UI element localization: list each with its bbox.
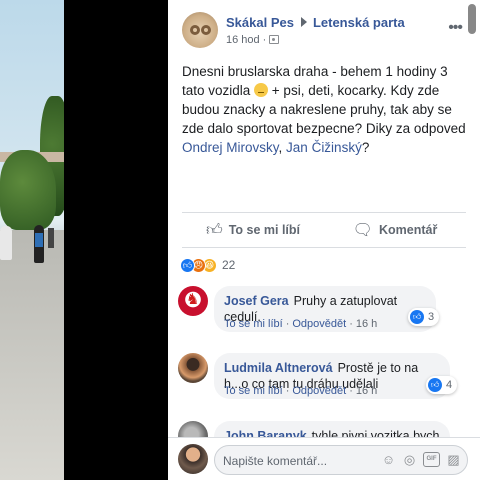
group-name[interactable]: Letenská parta	[313, 15, 405, 30]
comment-reply-link[interactable]: Odpovědět	[292, 385, 346, 397]
comment-time[interactable]: 16 h	[356, 385, 377, 397]
triangle-right-icon	[300, 17, 307, 27]
comment-author[interactable]: Ludmila Altnerová	[224, 361, 333, 375]
commenter-avatar[interactable]	[178, 286, 208, 316]
scrollbar[interactable]	[468, 4, 476, 34]
photo-person	[34, 225, 44, 263]
photo-letterbox	[64, 0, 168, 480]
comment-icon: 🗨︎	[352, 222, 373, 239]
comment-composer: Napište komentář... ☺ ◎ GIF ▨	[168, 438, 480, 480]
post-panel: Skákal Pes Letenská parta 16 hod · ••• Dne…	[168, 0, 480, 480]
comment-time[interactable]: 16 h	[356, 318, 377, 330]
reactions-summary[interactable]: 👍︎ 😠︎ 😆︎ 22	[180, 257, 235, 273]
reaction-count: 22	[222, 258, 236, 272]
comment-input-placeholder: Napište komentář...	[223, 454, 328, 468]
current-user-avatar	[178, 444, 208, 474]
post-header: Skákal Pes Letenská parta 16 hod · •••	[182, 12, 463, 52]
comment-like-link[interactable]: To se mi líbí	[224, 318, 283, 330]
comment-item: Ludmila Altnerová Prostě je to na h...o c…	[178, 349, 480, 417]
sticker-icon[interactable]: ▨	[446, 452, 461, 467]
comment-input[interactable]: Napište komentář... ☺ ◎ GIF ▨	[214, 445, 468, 475]
comment-like-count[interactable]: 👍︎ 3	[408, 308, 440, 326]
comment-like-link[interactable]: To se mi líbí	[224, 385, 283, 397]
photo-tree	[0, 150, 56, 230]
camera-icon[interactable]: ◎	[402, 452, 417, 467]
author-avatar[interactable]	[182, 12, 218, 48]
more-options-icon[interactable]: •••	[448, 20, 463, 36]
comment-button[interactable]: 🗨︎ Komentář	[324, 216, 466, 244]
like-button[interactable]: 👍︎ To se mi líbí	[182, 216, 324, 244]
comment-item: Josef GeraPruhy a zatuplovat cedulí. 👍︎3…	[178, 282, 480, 349]
emoji-picker-icon[interactable]: ☺	[381, 452, 396, 467]
post-actions: 👍︎ To se mi líbí 🗨︎ Komentář	[182, 216, 466, 244]
gif-icon[interactable]: GIF	[423, 452, 440, 467]
post-photo[interactable]	[0, 0, 64, 480]
viewer: Skákal Pes Letenská parta 16 hod · ••• Dne…	[0, 0, 480, 480]
comment-links: To se mi líbí · Odpovědět · 16 h	[224, 318, 378, 330]
composer-tools: ☺ ◎ GIF ▨	[381, 452, 461, 467]
group-audience-icon[interactable]	[269, 35, 280, 44]
emoji-icon	[254, 83, 269, 97]
comment-like-count[interactable]: 👍︎ 4	[426, 376, 458, 394]
like-reaction-icon: 👍︎	[180, 257, 195, 273]
comment-author[interactable]: Josef Gera	[224, 294, 289, 308]
commenter-avatar[interactable]	[178, 353, 208, 383]
photo-path	[0, 230, 64, 480]
divider	[182, 247, 466, 248]
thumbs-up-icon: 👍︎	[428, 378, 442, 392]
thumbs-up-icon: 👍︎	[205, 221, 223, 239]
author-name[interactable]: Skákal Pes	[226, 15, 294, 30]
comment-reply-link[interactable]: Odpovědět	[292, 318, 346, 330]
post-time[interactable]: 16 hod	[226, 34, 260, 46]
post-text: Dnesni bruslarska draha - behem 1 hodiny…	[182, 64, 466, 155]
mention-link[interactable]: Jan Čižinský	[286, 140, 362, 155]
post-meta: 16 hod ·	[226, 34, 280, 46]
post-title: Skákal Pes Letenská parta	[226, 15, 405, 30]
comment-links: To se mi líbí · Odpovědět · 16 h	[224, 385, 378, 397]
photo-person	[48, 228, 54, 248]
thumbs-up-icon: 👍︎	[410, 310, 424, 324]
photo-person	[0, 226, 12, 260]
divider	[182, 212, 466, 213]
mention-link[interactable]: Ondrej Mirovsky	[182, 140, 279, 155]
